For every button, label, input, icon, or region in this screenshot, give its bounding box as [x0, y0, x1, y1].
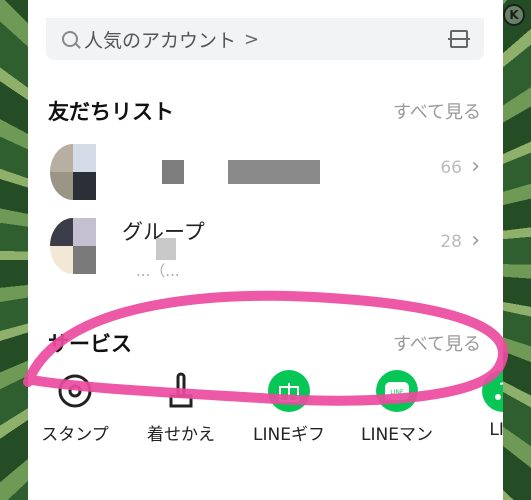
- blurred-text: [228, 160, 320, 184]
- blurred-text: [162, 160, 184, 184]
- services-row: スタンプ 着せかえ LINEギフ LINE LINEマン LIN: [28, 370, 503, 500]
- service-music[interactable]: LIN: [458, 370, 503, 440]
- chevron-right-icon: >: [244, 28, 260, 50]
- service-sticker[interactable]: スタンプ: [30, 370, 120, 445]
- search-icon: [62, 31, 78, 47]
- service-label: 着せかえ: [147, 425, 215, 445]
- search-bar[interactable]: 人気のアカウント >: [46, 18, 484, 60]
- home-panel: 人気のアカウント > 友だちリスト すべて見る 66 › グループ ...（..…: [28, 0, 503, 500]
- service-label: スタンプ: [41, 425, 109, 445]
- service-manga[interactable]: LINE LINEマン: [352, 370, 442, 445]
- chevron-right-icon: ›: [471, 154, 480, 179]
- friend-list-item[interactable]: 66 ›: [46, 138, 484, 206]
- chevron-right-icon: ›: [471, 228, 480, 253]
- theme-icon: [160, 370, 202, 412]
- k-icon[interactable]: K: [503, 4, 525, 26]
- services-section-title: サービス: [48, 332, 132, 356]
- friend-count: 66: [440, 158, 462, 178]
- manga-icon: LINE: [376, 370, 418, 412]
- svg-text:LINE: LINE: [390, 389, 404, 396]
- service-label: LINEギフ: [253, 425, 325, 445]
- group-subtitle: ...（...: [136, 262, 180, 280]
- service-theme[interactable]: 着せかえ: [136, 370, 226, 445]
- friends-see-all-link[interactable]: すべて見る: [393, 98, 481, 124]
- friends-section-title: 友だちリスト: [48, 100, 174, 124]
- sticker-icon: [54, 370, 96, 412]
- services-see-all-link[interactable]: すべて見る: [393, 330, 481, 356]
- service-gift[interactable]: LINEギフ: [244, 370, 334, 445]
- search-placeholder: 人気のアカウント: [84, 29, 237, 52]
- qr-scan-icon[interactable]: [448, 30, 470, 48]
- group-count: 28: [440, 232, 462, 252]
- music-icon: [482, 370, 503, 412]
- gift-icon: [268, 370, 310, 412]
- friend-list-item[interactable]: グループ ...（... 28 ›: [46, 212, 484, 280]
- avatar: [50, 144, 96, 200]
- blurred-text: [156, 238, 176, 260]
- avatar: [50, 218, 96, 274]
- service-label: LIN: [489, 420, 503, 440]
- service-label: LINEマン: [361, 425, 433, 445]
